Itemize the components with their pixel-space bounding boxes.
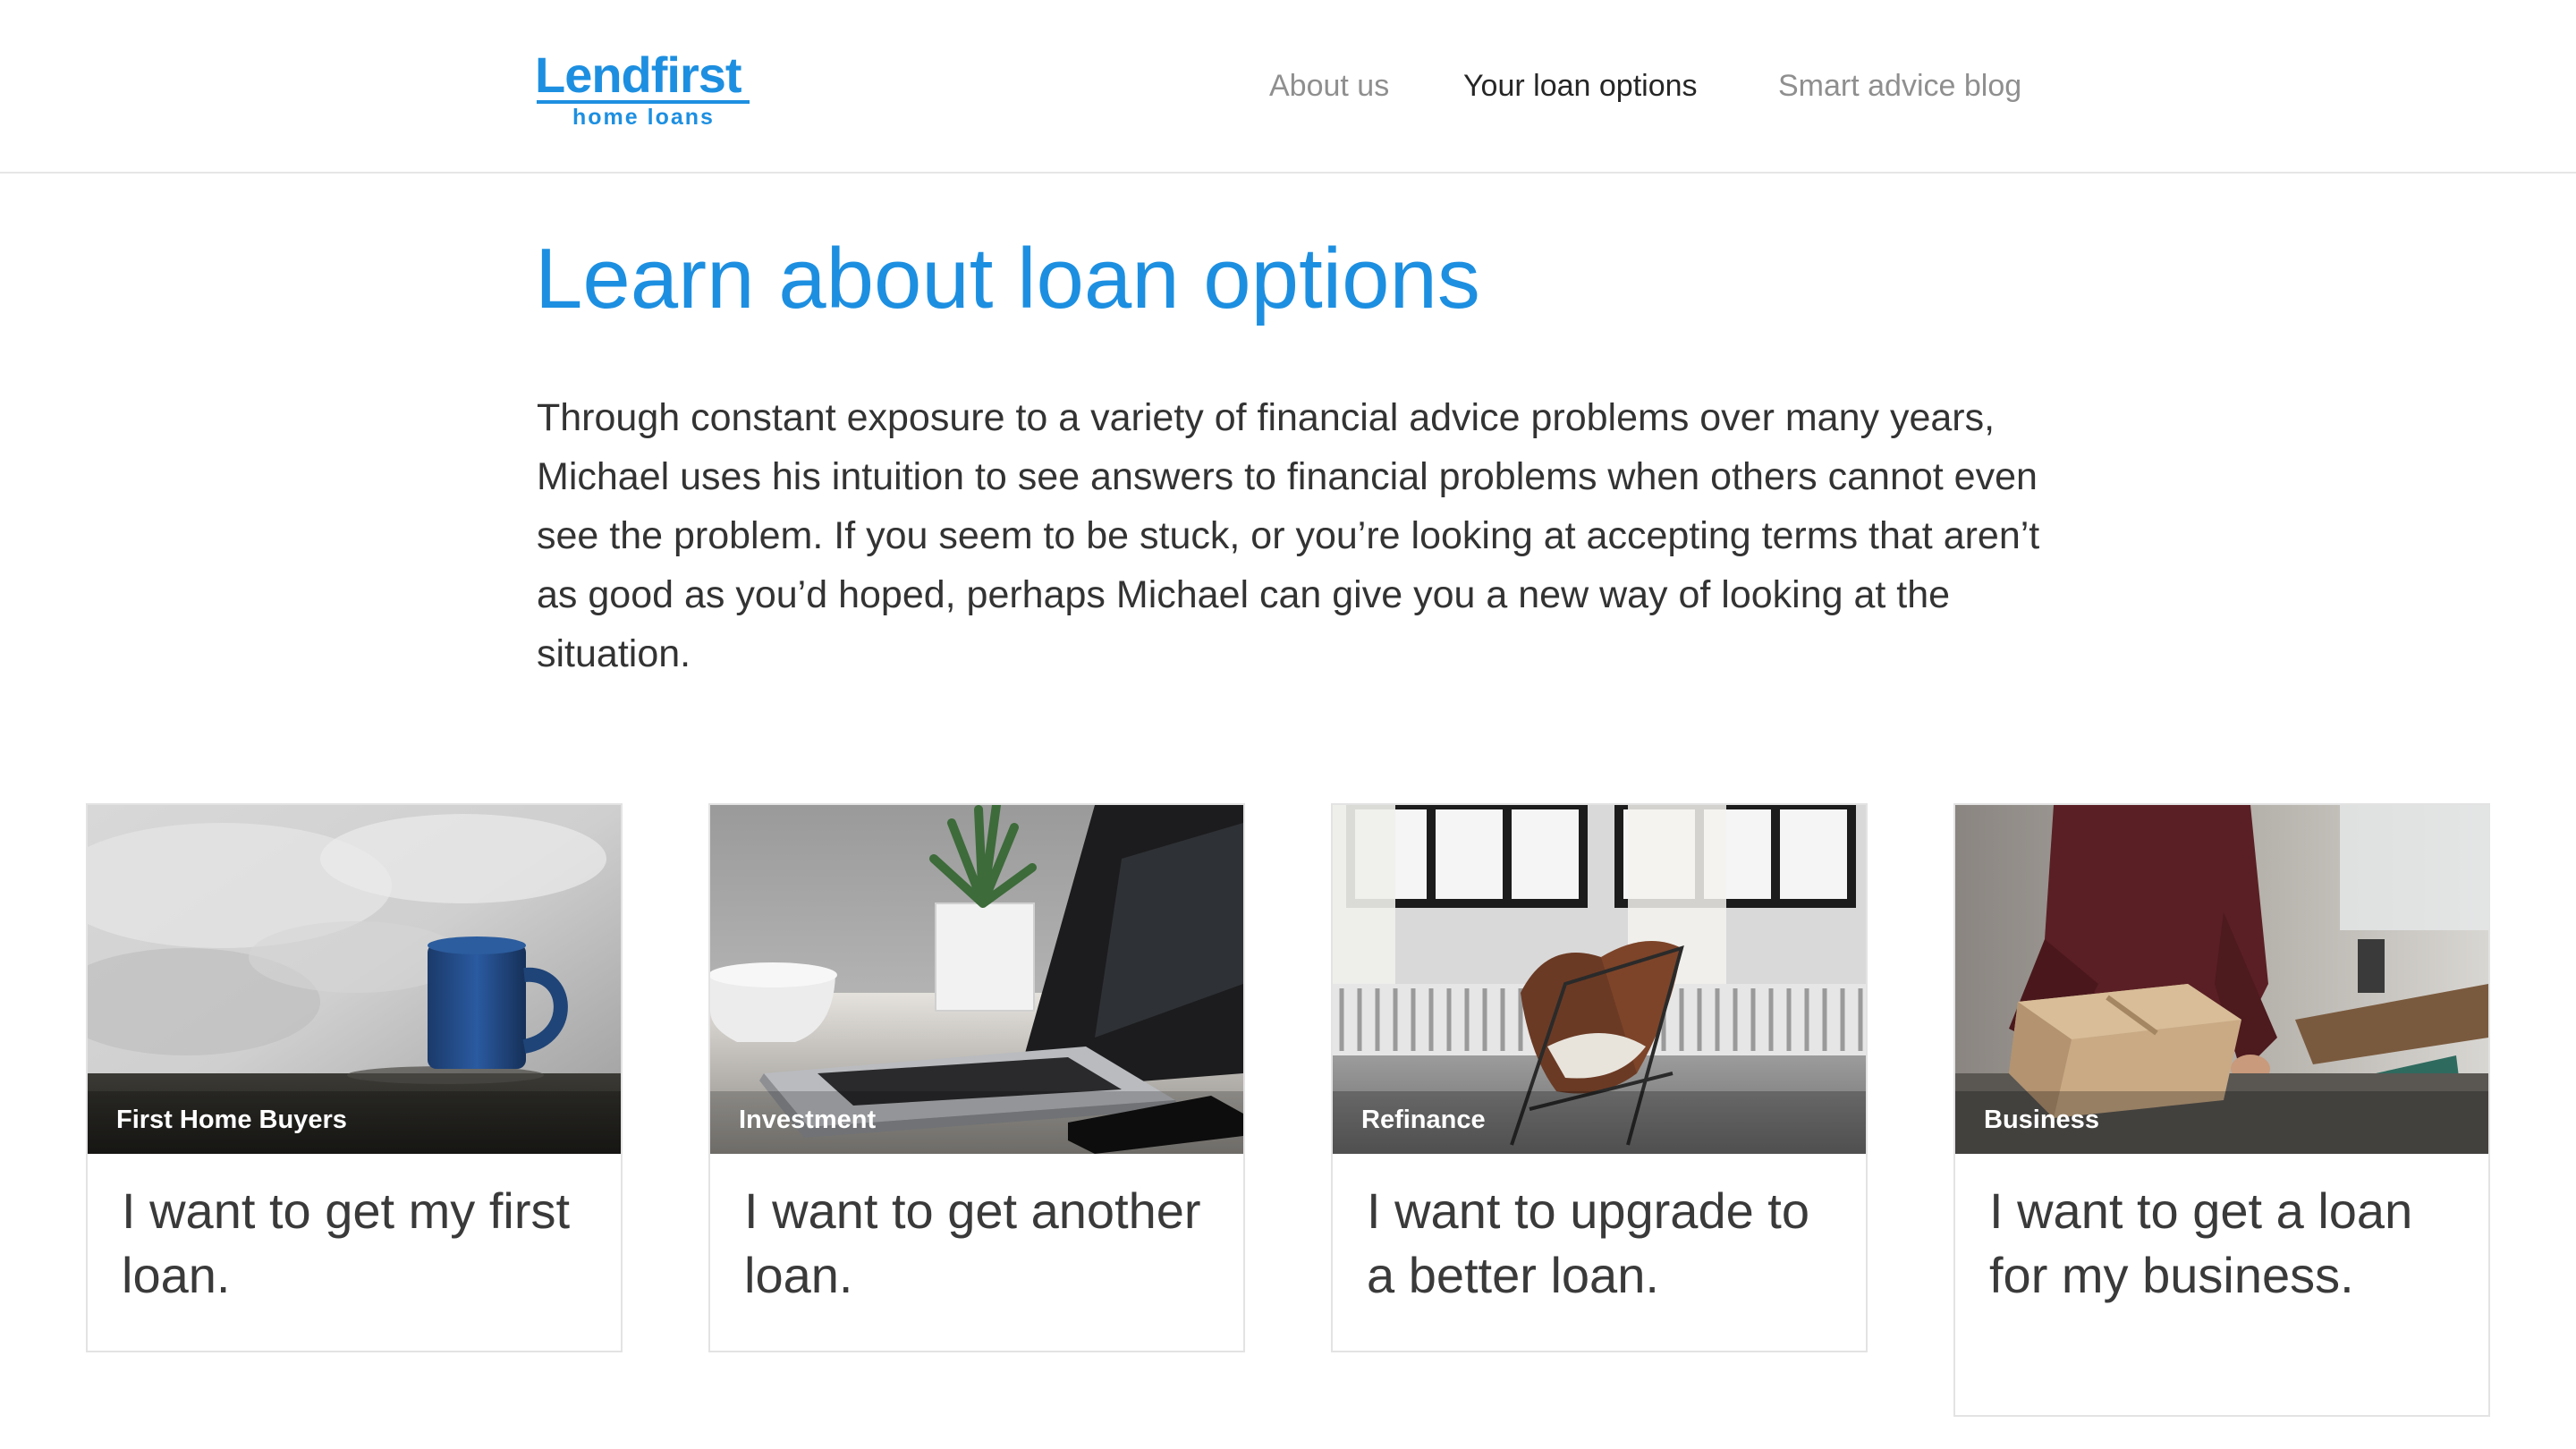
coffee-mug-on-bedside-photo: First Home Buyers	[88, 805, 621, 1154]
card-description: I want to get another loan.	[744, 1182, 1201, 1303]
logo-wordmark: Lendfirst	[535, 47, 742, 103]
card-category-label: Investment	[739, 1106, 877, 1134]
card-description: I want to get a loan for my business.	[1989, 1182, 2413, 1303]
card-category-label: Business	[1984, 1106, 2099, 1134]
loan-option-card-first-home-buyers[interactable]: First Home Buyers I want to get my first…	[86, 803, 623, 1352]
loan-option-card-investment[interactable]: Investment I want to get another loan.	[708, 803, 1245, 1352]
nav-link-about-us[interactable]: About us	[1269, 66, 1389, 106]
page-title: Learn about loan options	[535, 231, 1480, 326]
person-packing-box-photo: Business	[1955, 805, 2488, 1154]
laptop-on-desk-photo: Investment	[710, 805, 1243, 1154]
logo-tagline: home loans	[572, 105, 715, 130]
site-header: Lendfirst home loans About us Your loan …	[0, 0, 2576, 174]
lendfirst-logo[interactable]: Lendfirst home loans	[535, 47, 754, 130]
card-description: I want to upgrade to a better loan.	[1367, 1182, 1810, 1303]
nav-link-your-loan-options[interactable]: Your loan options	[1463, 66, 1698, 106]
loan-option-card-business[interactable]: Business I want to get a loan for my bus…	[1953, 803, 2490, 1417]
card-description: I want to get my first loan.	[122, 1182, 571, 1303]
butterfly-chair-by-window-photo: Refinance	[1333, 805, 1866, 1154]
intro-paragraph: Through constant exposure to a variety o…	[537, 396, 2040, 675]
card-category-label: Refinance	[1361, 1106, 1486, 1134]
nav-link-smart-advice-blog[interactable]: Smart advice blog	[1778, 66, 2021, 106]
card-category-label: First Home Buyers	[116, 1106, 347, 1134]
loan-option-card-refinance[interactable]: Refinance I want to upgrade to a better …	[1331, 803, 1868, 1352]
